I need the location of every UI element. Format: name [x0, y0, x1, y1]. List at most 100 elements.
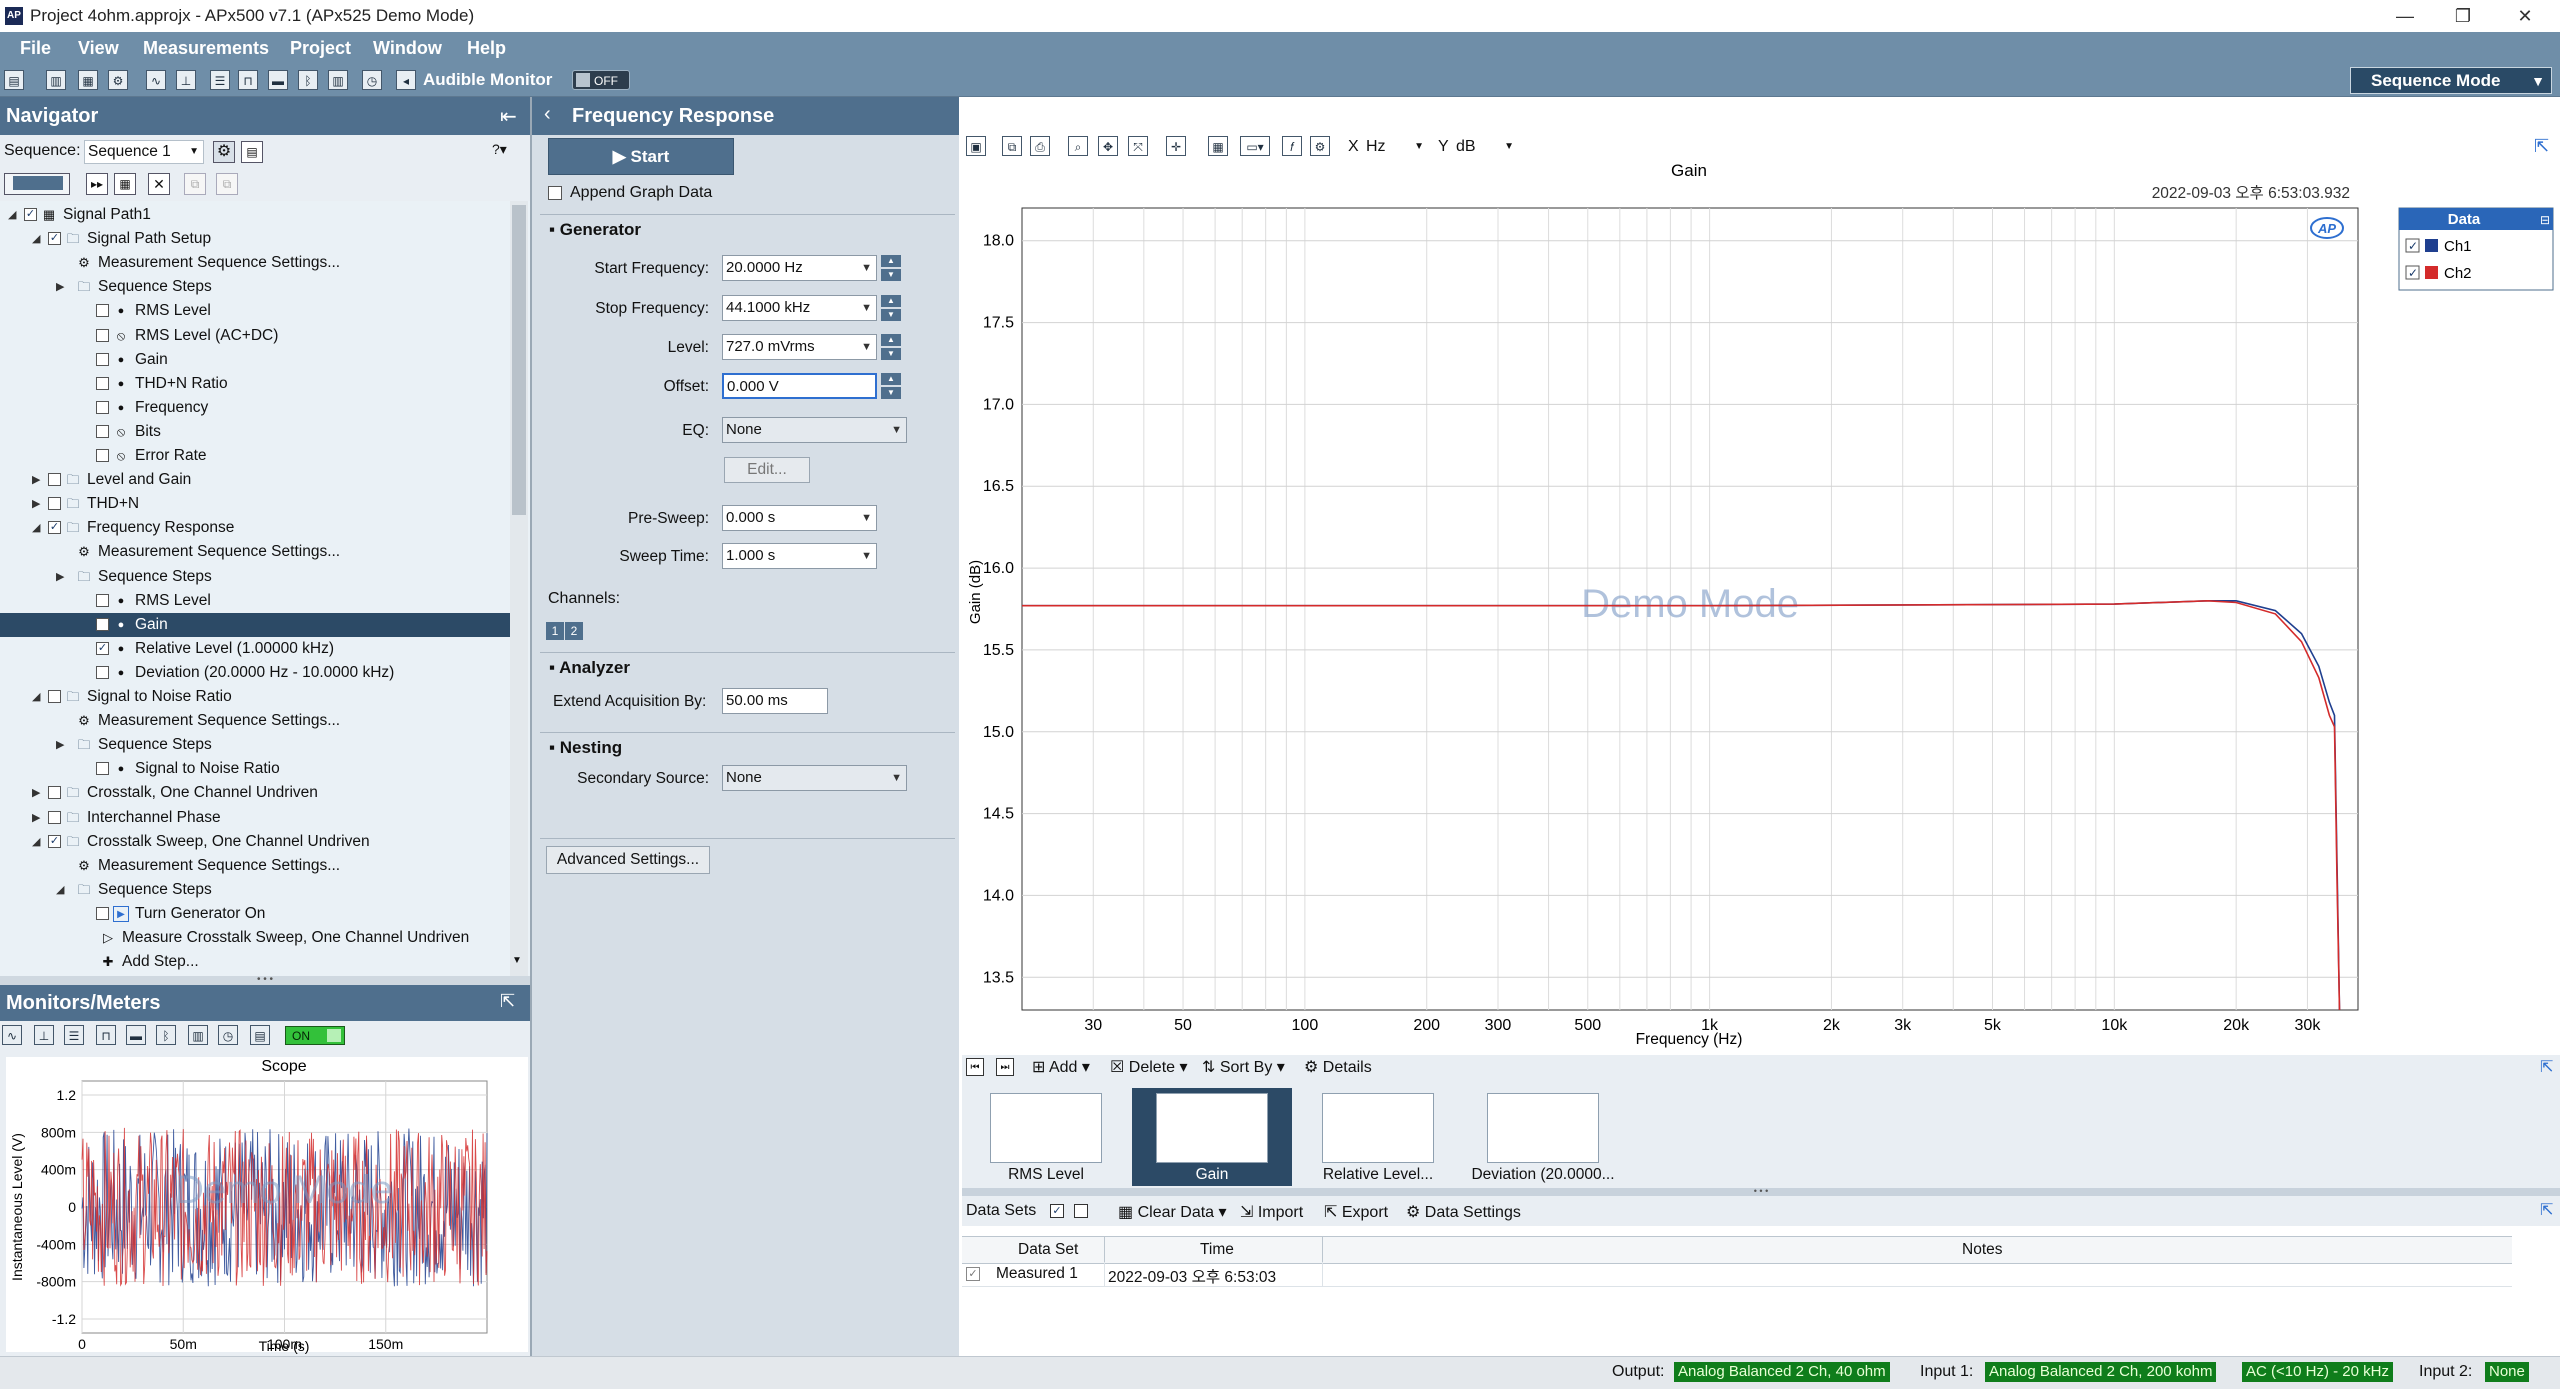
stepper-up-icon[interactable]: ▲	[881, 334, 901, 346]
expand-arrow-icon[interactable]: ▶	[56, 275, 70, 299]
meters-icon[interactable]: ☰	[210, 70, 230, 90]
collapse-arrow-icon[interactable]: ◢	[56, 878, 70, 902]
run-sequence-button[interactable]	[4, 173, 70, 195]
stepper-up-icon[interactable]: ▲	[881, 255, 901, 267]
fft-monitor-icon[interactable]: ⊥	[34, 1025, 54, 1045]
thumbnail-relative-level[interactable]	[1322, 1093, 1434, 1163]
collapse-arrow-icon[interactable]: ◢	[32, 685, 46, 709]
expand-arrow-icon[interactable]: ▶	[32, 492, 46, 516]
panel-splitter[interactable]: • • •	[962, 1187, 2560, 1196]
stepper-down-icon[interactable]: ▼	[881, 309, 901, 321]
tree-item-checkbox[interactable]	[96, 352, 109, 366]
delete-result-button[interactable]: ☒ Delete ▾	[1110, 1057, 1188, 1077]
tree-item[interactable]: ▶ Turn Generator On	[0, 902, 510, 926]
open-project-icon[interactable]: ▥	[46, 70, 66, 90]
thumbnail-rms-level[interactable]	[990, 1093, 1102, 1163]
tree-item-checkbox[interactable]	[96, 328, 109, 342]
pin-panel-icon[interactable]: ⇤	[500, 104, 517, 129]
tree-item-checkbox[interactable]	[48, 473, 61, 487]
collapse-arrow-icon[interactable]: ◢	[32, 516, 46, 540]
popout-icon[interactable]: ⇱	[2540, 1200, 2553, 1220]
channel-1-toggle[interactable]: 1	[546, 622, 564, 640]
add-result-icon[interactable]: ▦	[114, 173, 136, 195]
input2-status[interactable]: None	[2485, 1362, 2529, 1382]
cursor-icon[interactable]: ✛	[1166, 136, 1186, 156]
delete-icon[interactable]: ✕	[148, 173, 170, 195]
spectrum-icon[interactable]: ⊓	[238, 70, 258, 90]
tree-item[interactable]: ● Gain	[0, 612, 510, 637]
tree-item[interactable]: ⦸ Bits	[0, 420, 510, 444]
tree-item[interactable]: ● Signal to Noise Ratio	[0, 757, 510, 781]
tree-item[interactable]: ◢ ✓ 🗀 Crosstalk Sweep, One Channel Undriven	[0, 830, 510, 854]
table-row[interactable]: ✓ Measured 1 2022-09-03 오후 6:53:03	[962, 1262, 2512, 1287]
tree-item[interactable]: ● THD+N Ratio	[0, 372, 510, 396]
advanced-settings-button[interactable]: Advanced Settings...	[546, 846, 710, 874]
sequence-settings-icon[interactable]: ⚙	[213, 141, 235, 163]
collapse-arrow-icon[interactable]: ◢	[8, 203, 22, 227]
menu-view[interactable]: View	[78, 38, 119, 59]
tree-item-checkbox[interactable]: ✓	[96, 641, 109, 655]
expand-arrow-icon[interactable]: ▶	[32, 781, 46, 805]
collapse-arrow-icon[interactable]: ◢	[32, 227, 46, 251]
sort-by-button[interactable]: ⇅ Sort By ▾	[1202, 1057, 1285, 1077]
popout-icon[interactable]: ⇱	[500, 991, 515, 1012]
tree-item[interactable]: ▶ 🗀 THD+N	[0, 492, 510, 516]
navigator-scroll-thumb[interactable]	[512, 205, 526, 515]
expand-arrow-icon[interactable]: ▶	[32, 806, 46, 830]
tree-item-checkbox[interactable]	[48, 810, 61, 824]
close-button[interactable]: ✕	[2496, 0, 2554, 32]
tree-item[interactable]: ▶ 🗀 Sequence Steps	[0, 565, 510, 589]
expand-arrow-icon[interactable]: ▶	[56, 733, 70, 757]
tree-item[interactable]: ● RMS Level	[0, 589, 510, 613]
tree-item[interactable]: ▶ 🗀 Sequence Steps	[0, 275, 510, 299]
tree-item-checkbox[interactable]	[96, 424, 109, 438]
tree-item[interactable]: ● Gain	[0, 348, 510, 372]
minimize-button[interactable]: —	[2376, 0, 2434, 32]
tree-item[interactable]: ▶ 🗀 Interchannel Phase	[0, 806, 510, 830]
add-result-button[interactable]: ⊞ Add ▾	[1032, 1057, 1090, 1077]
data-table-icon[interactable]: ▦	[1208, 136, 1228, 156]
tree-item-checkbox[interactable]: ✓	[24, 208, 37, 221]
offset-stepper[interactable]: ▲ ▼	[881, 373, 901, 399]
tree-item-checkbox[interactable]	[48, 497, 61, 511]
analyzer-section-header[interactable]: ▪ Analyzer	[549, 658, 630, 678]
maximize-button[interactable]: ❐	[2434, 0, 2492, 32]
export-button[interactable]: ⇱ Export	[1324, 1202, 1388, 1222]
back-chevron-icon[interactable]: ‹	[544, 103, 551, 126]
tree-item-checkbox[interactable]	[96, 665, 109, 679]
tree-item[interactable]: ⚙ Measurement Sequence Settings...	[0, 854, 510, 878]
nesting-section-header[interactable]: ▪ Nesting	[549, 738, 622, 758]
tree-item-checkbox[interactable]	[48, 690, 61, 703]
input1-status[interactable]: Analog Balanced 2 Ch, 200 kohm	[1985, 1362, 2217, 1382]
tree-item[interactable]: ▶ 🗀 Sequence Steps	[0, 733, 510, 757]
stop-frequency-field[interactable]: 44.1000 kHz ▼	[722, 295, 877, 321]
spectrum-icon[interactable]: ⊓	[96, 1025, 116, 1045]
extend-acquisition-field[interactable]: 50.00 ms	[722, 688, 828, 714]
collapse-icon[interactable]: ⊟	[2540, 213, 2550, 227]
output-status[interactable]: Analog Balanced 2 Ch, 40 ohm	[1674, 1362, 1890, 1382]
tree-item[interactable]: ▶ 🗀 Level and Gain	[0, 468, 510, 492]
copy-icon[interactable]: ⧉	[184, 173, 206, 195]
add-measurement-icon[interactable]: ▸▸	[86, 173, 108, 195]
data-settings-button[interactable]: ⚙ Data Settings	[1406, 1202, 1521, 1222]
tree-item-checkbox[interactable]: ✓	[48, 232, 61, 246]
collapse-arrow-icon[interactable]: ◢	[32, 830, 46, 854]
tree-item-checkbox[interactable]	[96, 449, 109, 462]
append-graph-data-checkbox[interactable]	[548, 186, 562, 200]
first-result-icon[interactable]: ⏮	[966, 1058, 984, 1076]
tree-item-checkbox[interactable]	[96, 400, 109, 414]
import-button[interactable]: ⇲ Import	[1240, 1202, 1303, 1222]
input1-filter-status[interactable]: AC (<10 Hz) - 20 kHz	[2242, 1362, 2393, 1382]
tree-item[interactable]: ▷ Measure Crosstalk Sweep, One Channel Un…	[0, 926, 510, 950]
stepper-down-icon[interactable]: ▼	[881, 387, 901, 399]
tree-item[interactable]: ▶ 🗀 Crosstalk, One Channel Undriven	[0, 781, 510, 805]
stepper-up-icon[interactable]: ▲	[881, 373, 901, 385]
menu-help[interactable]: Help	[467, 38, 506, 59]
details-button[interactable]: ⚙ Details	[1304, 1057, 1372, 1077]
tree-item[interactable]: ◢ ✓ ▦ Signal Path1	[0, 203, 510, 227]
tree-item-checkbox[interactable]: ✓	[48, 834, 61, 848]
expand-arrow-icon[interactable]: ▶	[32, 468, 46, 492]
thumbnail-deviation[interactable]	[1487, 1093, 1599, 1163]
tree-item[interactable]: ⚙ Measurement Sequence Settings...	[0, 251, 510, 275]
tree-item[interactable]: ⚙ Measurement Sequence Settings...	[0, 540, 510, 564]
